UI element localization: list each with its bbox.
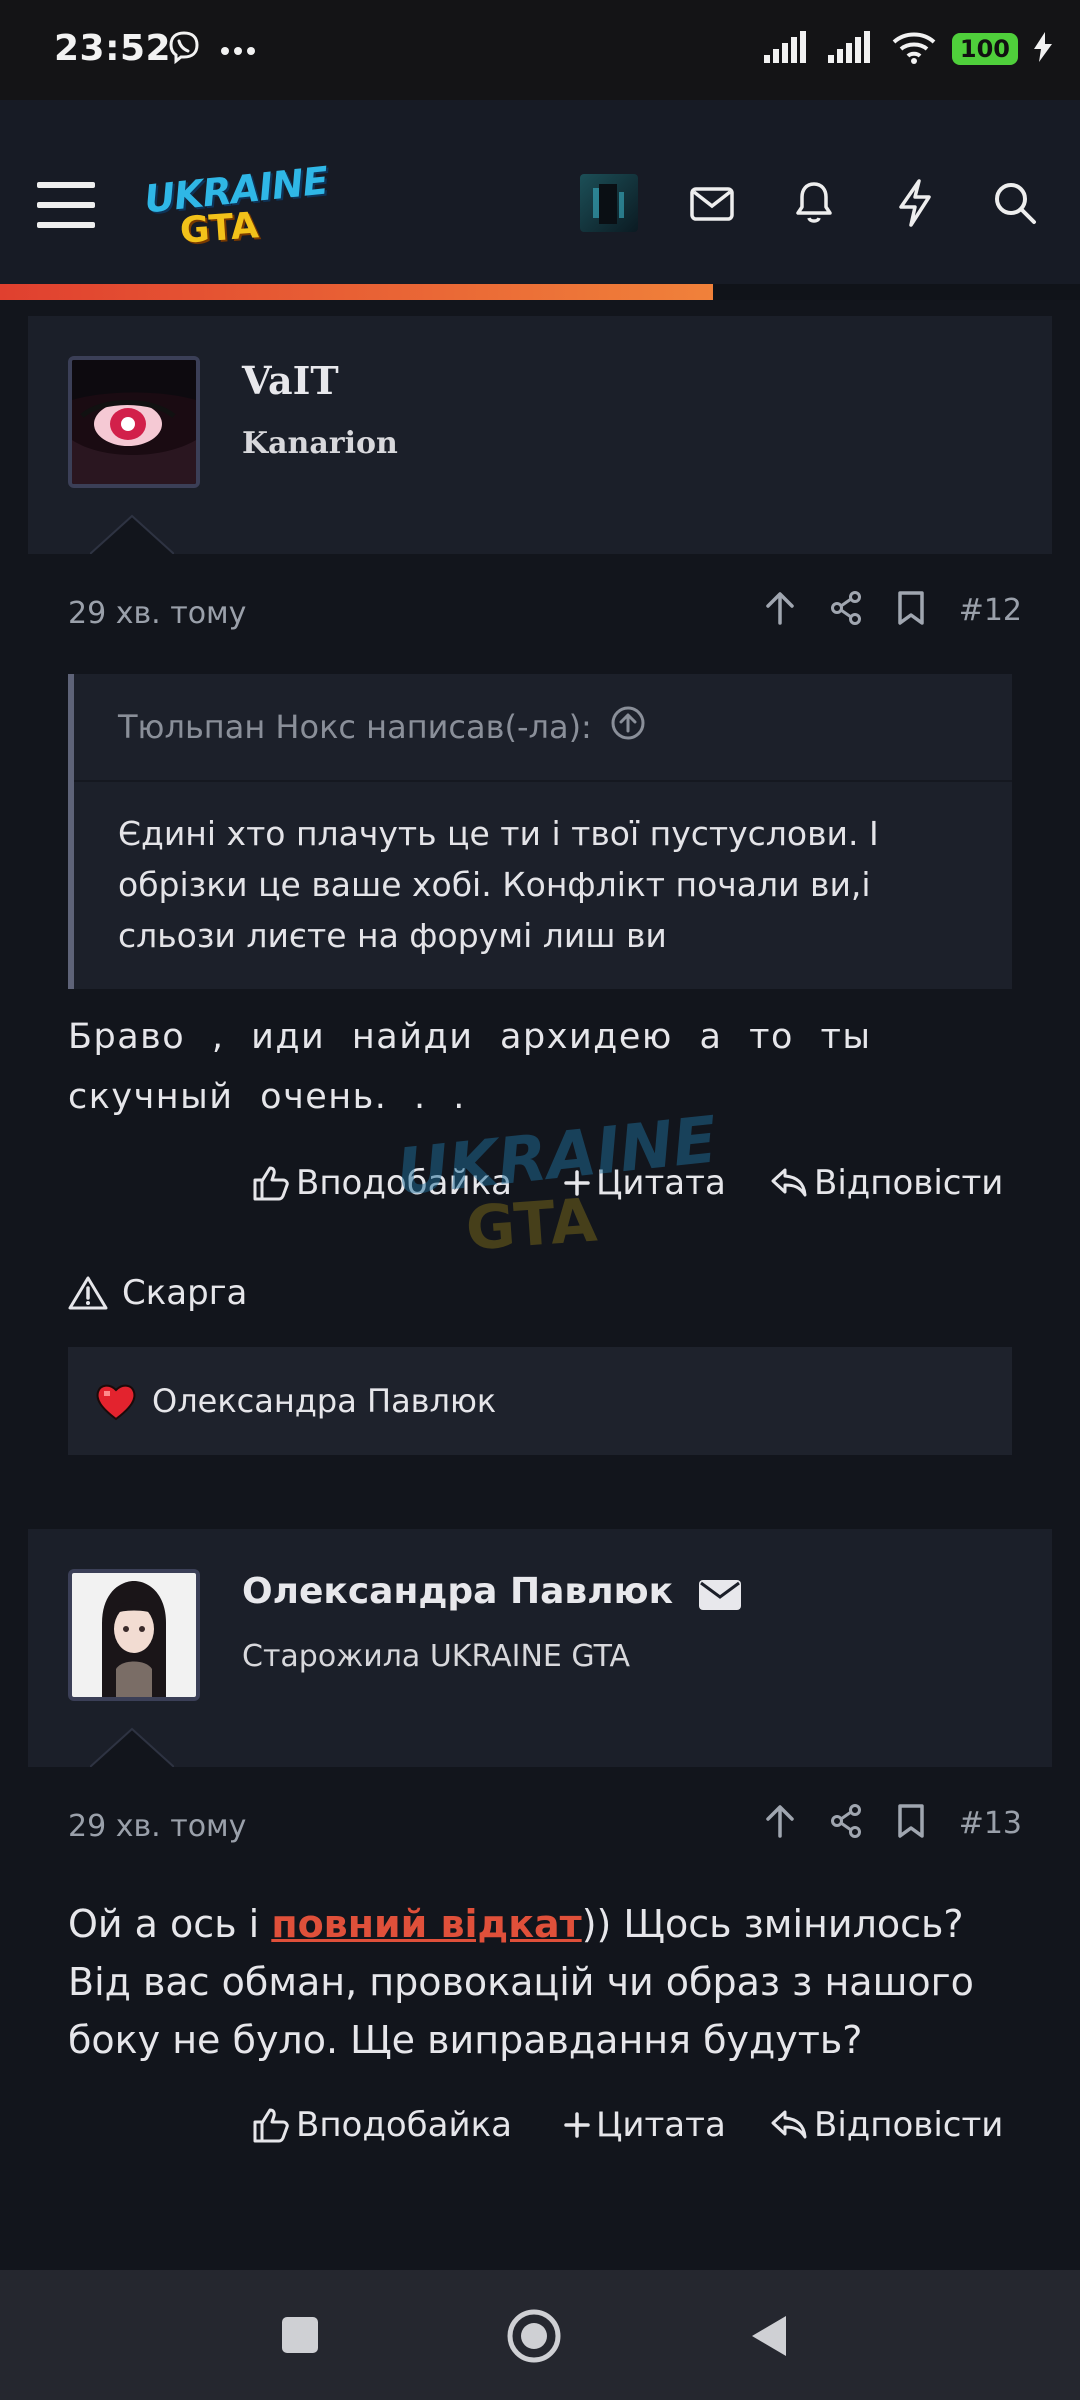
user-avatar[interactable]	[580, 174, 638, 232]
share-icon[interactable]	[829, 1804, 863, 1842]
site-logo[interactable]: UKRAINE GTA	[140, 159, 329, 252]
post: VaIT Kanarion 29 хв. тому #12 Тюльпан Но…	[28, 316, 1052, 1501]
post-meta: 29 хв. тому #12	[28, 554, 1052, 674]
heart-icon	[96, 1384, 136, 1421]
avatar[interactable]	[68, 1569, 200, 1701]
header-caret	[90, 1727, 174, 1767]
quote-button[interactable]: Цитата	[564, 2105, 726, 2145]
plus-icon	[564, 2112, 590, 2138]
report-button[interactable]: Скарга	[68, 1273, 247, 1313]
search-icon[interactable]	[990, 178, 1040, 228]
arrow-up-icon[interactable]	[765, 591, 795, 629]
reading-progress-bar	[0, 284, 713, 300]
thumbs-up-icon	[253, 2108, 289, 2143]
avatar[interactable]	[68, 356, 200, 488]
menu-icon[interactable]	[36, 180, 98, 230]
mail-icon[interactable]	[698, 1579, 742, 1615]
post-separator	[28, 1501, 1052, 1529]
reply-icon	[771, 1168, 807, 1197]
header-caret	[90, 514, 174, 554]
quote-text: Єдині хто плачуть це ти і твої пустуслов…	[118, 814, 879, 955]
reactions-summary[interactable]: Олександра Павлюк	[68, 1347, 1012, 1455]
post-time[interactable]: 29 хв. тому	[68, 1809, 246, 1844]
post-message: Браво , иди найди архидею а то ты скучны…	[68, 1017, 872, 1117]
post-time[interactable]: 29 хв. тому	[68, 596, 246, 631]
post-author-title: Старожила UKRAINE GTA	[242, 1639, 631, 1674]
thread-content: VaIT Kanarion 29 хв. тому #12 Тюльпан Но…	[28, 316, 1052, 2179]
system-navigation-bar	[0, 2270, 1080, 2400]
recent-apps-icon[interactable]	[280, 2315, 320, 2359]
viber-icon	[166, 30, 202, 70]
post-number[interactable]: #13	[959, 1806, 1022, 1841]
home-icon[interactable]	[506, 2308, 562, 2368]
go-to-quote-icon[interactable]	[610, 705, 646, 749]
warning-icon	[68, 1276, 108, 1310]
reply-button[interactable]: Відповісти	[770, 2105, 1003, 2145]
more-notifications-icon	[220, 41, 256, 60]
reply-button[interactable]: Відповісти	[770, 1163, 1003, 1203]
wifi-icon	[892, 30, 936, 68]
back-icon[interactable]	[748, 2312, 790, 2364]
lightning-icon[interactable]	[890, 176, 940, 230]
quote-block: Тюльпан Нокс написав(-ла): Єдині хто пла…	[68, 674, 1012, 989]
thumbs-up-icon	[253, 1166, 289, 1201]
post-author-title: Kanarion	[242, 426, 398, 461]
charging-icon	[1034, 32, 1052, 66]
status-bar: 23:52 100	[0, 0, 1080, 100]
bookmark-icon[interactable]	[897, 1803, 925, 1843]
post-actions: Вподобайка Цитата Відповісти	[28, 2069, 1052, 2179]
post-report-row: Скарга	[28, 1237, 1052, 1347]
post-author-name[interactable]: VaIT	[242, 358, 339, 403]
reply-icon	[771, 2110, 807, 2139]
plus-icon	[564, 1170, 590, 1196]
post-link[interactable]: повний відкат	[271, 1902, 581, 1946]
arrow-up-icon[interactable]	[765, 1804, 795, 1842]
post: Олександра Павлюк Старожила UKRAINE GTA …	[28, 1529, 1052, 2179]
like-button[interactable]: Вподобайка	[252, 1163, 512, 1203]
bell-icon[interactable]	[790, 176, 838, 230]
quote-author[interactable]: Тюльпан Нокс написав(-ла):	[118, 708, 592, 746]
signal-icon-1	[763, 31, 812, 67]
post-author-header: VaIT Kanarion	[28, 316, 1052, 554]
post-message: Ой а ось і повний відкат)) Щось змінилос…	[68, 1902, 974, 2062]
quote-button[interactable]: Цитата	[564, 1163, 726, 1203]
post-actions: Вподобайка Цитата Відповісти	[28, 1127, 1052, 1237]
mail-icon[interactable]	[686, 180, 738, 228]
share-icon[interactable]	[829, 591, 863, 629]
post-author-header: Олександра Павлюк Старожила UKRAINE GTA	[28, 1529, 1052, 1767]
reaction-user[interactable]: Олександра Павлюк	[152, 1382, 496, 1420]
post-author-name[interactable]: Олександра Павлюк	[242, 1571, 673, 1612]
top-navigation: UKRAINE GTA	[0, 100, 1080, 300]
post-number[interactable]: #12	[959, 593, 1022, 628]
bookmark-icon[interactable]	[897, 590, 925, 630]
status-time: 23:52	[54, 28, 172, 69]
post-meta: 29 хв. тому #13	[28, 1767, 1052, 1887]
like-button[interactable]: Вподобайка	[252, 2105, 512, 2145]
battery-indicator: 100	[951, 33, 1018, 65]
signal-icon-2	[827, 31, 876, 67]
